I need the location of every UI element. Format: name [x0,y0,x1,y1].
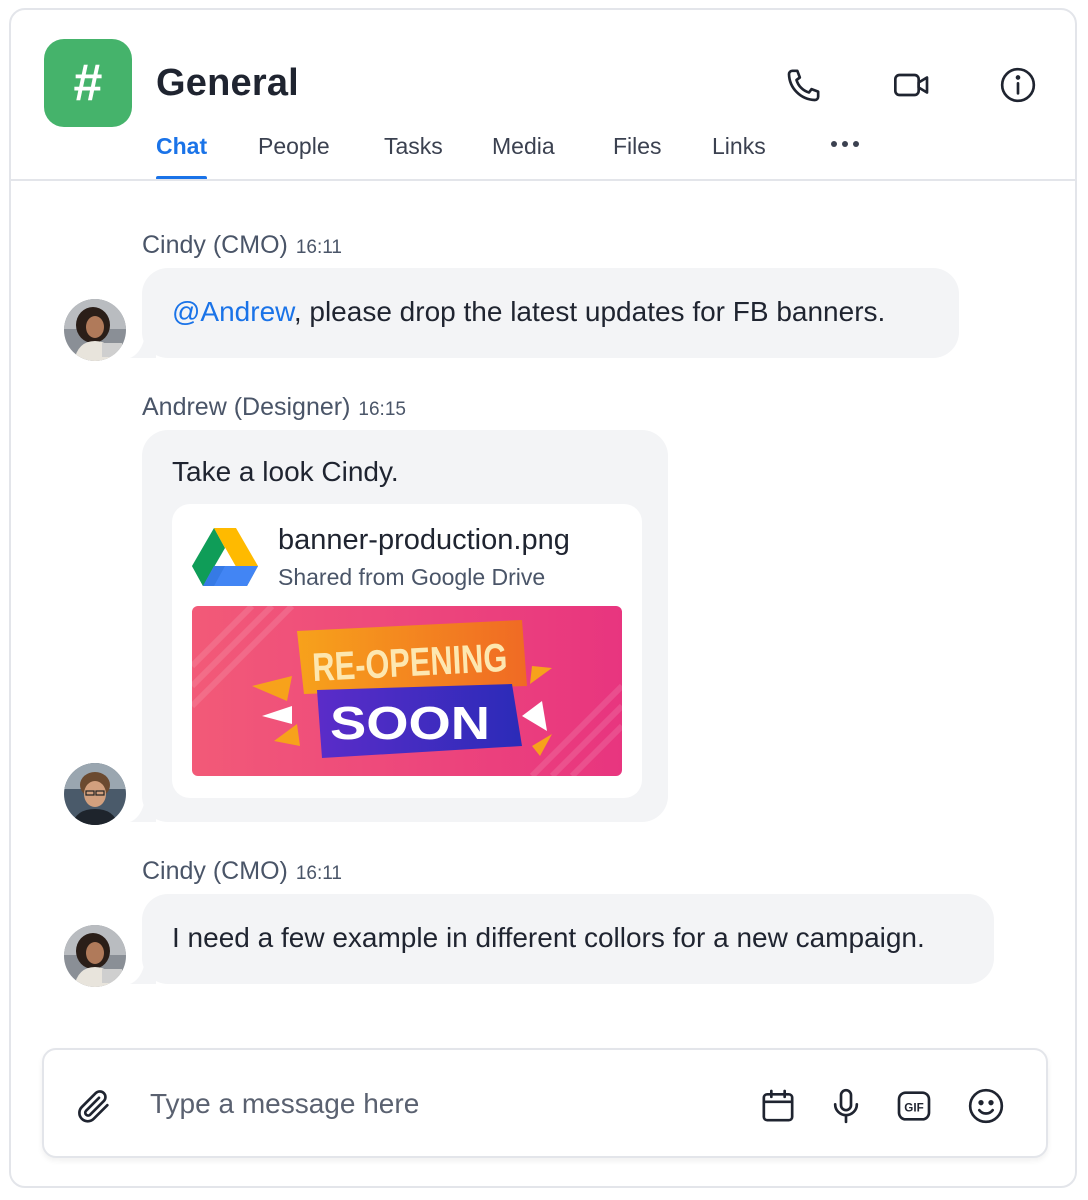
voice-message-button[interactable] [824,1084,868,1128]
emoji-button[interactable] [964,1084,1008,1128]
banner-image: RE-OPENING SOON [192,606,622,776]
tab-links[interactable]: Links [712,130,766,180]
tab-chat[interactable]: Chat [156,130,208,180]
channel-hash-icon: # [44,39,132,127]
channel-tabs: Chat People Tasks Media Files Links [11,130,1075,180]
image-preview[interactable]: RE-OPENING SOON [192,606,622,776]
message-bubble: Take a look Cindy. banner-production.png… [130,430,668,822]
message-time: 16:11 [295,863,342,884]
google-drive-icon [192,528,258,586]
sender-name: Cindy (CMO) [142,857,288,885]
bubble-tail [130,962,156,984]
banner-line-2: SOON [330,697,490,749]
message-composer: GIF [42,1048,1048,1158]
calendar-icon [762,1089,794,1122]
avatar[interactable] [64,763,126,825]
message-input[interactable] [148,1080,712,1128]
message-text: Take a look Cindy. [172,456,399,487]
avatar-cindy [64,299,126,361]
sender-name: Andrew (Designer) [142,393,351,421]
message-bubble: @Andrew, please drop the latest updates … [130,268,959,358]
message-time: 16:11 [295,237,342,258]
message-sender: Cindy (CMO) 16:11 [142,231,342,260]
gif-button[interactable]: GIF [892,1084,936,1128]
video-camera-icon [894,73,929,97]
avatar-cindy [64,925,126,987]
tab-people[interactable]: People [258,130,330,180]
message-sender: Andrew (Designer) 16:15 [142,393,406,422]
file-source: Shared from Google Drive [278,564,546,590]
call-button[interactable] [782,63,826,107]
more-horizontal-icon[interactable] [831,141,859,147]
svg-text:GIF: GIF [904,1101,923,1114]
microphone-icon [833,1088,859,1124]
message-bubble: I need a few example in different collor… [130,894,994,984]
paperclip-icon [78,1090,109,1123]
message-text: I need a few example in different collor… [172,922,925,953]
schedule-button[interactable] [756,1084,800,1128]
gif-icon: GIF [897,1091,931,1121]
chat-window: # General Chat People Tasks Media Files … [9,8,1077,1188]
tab-tasks[interactable]: Tasks [384,130,443,180]
bubble-tail [130,800,156,822]
avatar[interactable] [64,925,126,987]
tab-media[interactable]: Media [492,130,555,180]
bubble-tail [130,336,156,358]
phone-icon [787,69,820,102]
avatar-andrew [64,763,126,825]
emoji-icon [968,1088,1004,1124]
message-text: , please drop the latest updates for FB … [293,296,886,327]
message-sender: Cindy (CMO) 16:11 [142,857,342,886]
tab-files[interactable]: Files [613,130,662,180]
video-call-button[interactable] [890,63,934,107]
channel-title: General [156,62,299,104]
channel-icon-glyph: # [73,54,103,112]
file-name[interactable]: banner-production.png [278,524,570,557]
info-button[interactable] [996,63,1040,107]
sender-name: Cindy (CMO) [142,231,288,259]
info-icon [1000,67,1036,103]
user-mention[interactable]: @Andrew [172,296,294,327]
message-time: 16:15 [358,399,406,420]
file-attachment[interactable]: banner-production.png Shared from Google… [172,504,642,798]
header-divider [11,179,1075,181]
avatar[interactable] [64,299,126,361]
attach-button[interactable] [72,1084,116,1128]
